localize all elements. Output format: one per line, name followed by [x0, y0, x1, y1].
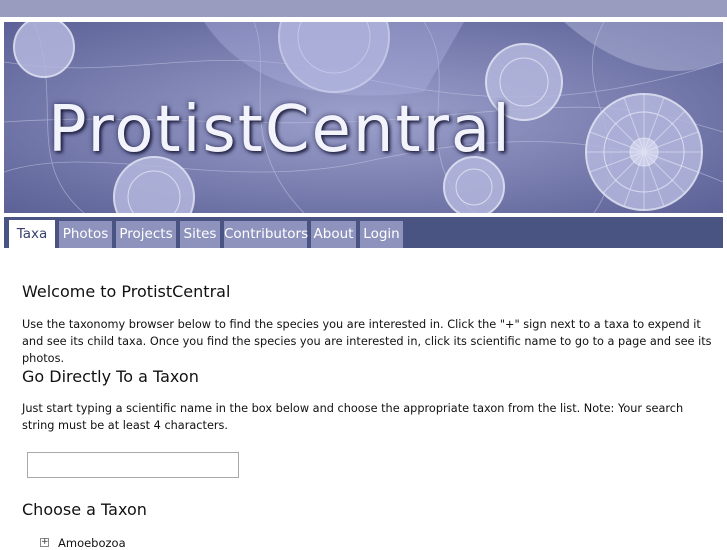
tab-taxa[interactable]: Taxa: [9, 220, 55, 248]
tab-login[interactable]: Login: [360, 221, 403, 248]
tab-projects[interactable]: Projects: [116, 221, 176, 248]
top-bar: [0, 0, 727, 17]
tab-contributors[interactable]: Contributors: [224, 221, 308, 248]
tab-photos[interactable]: Photos: [59, 221, 112, 248]
tab-sites[interactable]: Sites: [180, 221, 220, 248]
taxon-search-input[interactable]: [27, 452, 239, 478]
taxon-link[interactable]: Amoebozoa: [58, 536, 126, 550]
site-logo-title: ProtistCentral: [48, 93, 512, 167]
welcome-heading: Welcome to ProtistCentral: [22, 282, 231, 301]
main-navigation: Taxa Photos Projects Sites Contributors …: [4, 217, 723, 248]
welcome-text: Use the taxonomy browser below to find t…: [22, 318, 712, 365]
direct-taxon-heading: Go Directly To a Taxon: [22, 367, 199, 386]
choose-taxon-heading: Choose a Taxon: [22, 500, 147, 519]
tab-about[interactable]: About: [311, 221, 356, 248]
site-banner: ProtistCentral: [4, 22, 723, 213]
expand-plus-icon[interactable]: +: [40, 538, 49, 547]
direct-taxon-instructions: Just start typing a scientific name in t…: [22, 402, 684, 432]
